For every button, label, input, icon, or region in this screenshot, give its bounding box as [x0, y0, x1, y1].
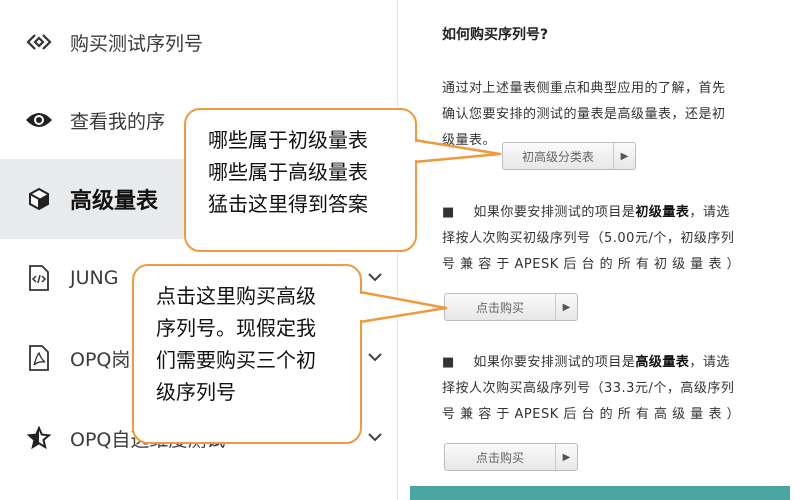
basic-line3: 号 兼 容 于 APESK 后 台 的 所 有 初 级 量 表 ） — [442, 257, 741, 272]
panel-title: 如何购买序列号? — [442, 27, 549, 43]
text: 如果你要安排测试的项目是 — [473, 355, 636, 370]
play-arrow-icon: ▶ — [613, 143, 635, 169]
bold-text: 初级量表 — [635, 205, 690, 220]
basic-line1: ■ 如果你要安排测试的项目是初级量表，请选 — [442, 200, 772, 226]
buy-basic-button[interactable]: 点击购买 ▶ — [444, 293, 578, 321]
eye-icon — [24, 105, 54, 135]
sidebar-item-label: 查看我的序 — [70, 110, 166, 133]
sidebar-item-buy-serial[interactable]: 购买测试序列号 — [0, 2, 398, 82]
chevron-down-icon[interactable] — [368, 430, 382, 446]
footer-bar — [410, 486, 790, 500]
callout-buy-hint: 点击这里购买高级 序列号。现假定我 们需要购买三个初 级序列号 — [132, 264, 362, 444]
sidebar-item-label: 高级量表 — [70, 189, 159, 214]
code-file-icon — [24, 263, 54, 293]
callout-line: 哪些属于初级量表 — [208, 128, 368, 152]
chevron-down-icon[interactable] — [368, 350, 382, 366]
bold-text: 高级量表 — [635, 355, 690, 370]
category-table-button[interactable]: 初高级分类表 ▶ — [502, 142, 636, 170]
bullet: ■ — [442, 205, 455, 220]
sidebar-item-label: JUNG — [70, 267, 119, 289]
sidebar-item-label: 购买测试序列号 — [70, 32, 204, 55]
advanced-line1: ■ 如果你要安排测试的项目是高级量表，请选 — [442, 350, 772, 376]
chevron-down-icon[interactable] — [368, 270, 382, 286]
callout-line: 点击这里购买高级 — [156, 284, 316, 308]
play-arrow-icon: ▶ — [555, 444, 577, 470]
pdf-file-icon — [24, 343, 54, 373]
diamond-link-icon — [24, 27, 54, 57]
callout-line: 序列号。现假定我 — [156, 316, 316, 340]
advanced-line2: 择按人次购买高级序列号（33.3元/个，高级序列 — [442, 381, 735, 396]
button-label: 点击购买 — [475, 450, 524, 465]
text: 如果你要安排测试的项目是 — [473, 205, 636, 220]
callout-line: 们需要购买三个初 — [156, 348, 316, 372]
callout-line: 猛击这里得到答案 — [208, 192, 368, 216]
advanced-scale-text: ■ 如果你要安排测试的项目是高级量表，请选 择按人次购买高级序列号（33.3元/… — [442, 350, 772, 428]
callout-line: 级序列号 — [156, 380, 236, 404]
basic-scale-text: ■ 如果你要安排测试的项目是初级量表，请选 择按人次购买初级序列号（5.00元/… — [442, 200, 772, 278]
cube-icon — [24, 184, 54, 214]
purchase-panel: 如何购买序列号? 通过对上述量表侧重点和典型应用的了解，首先 确认您要安排的测试… — [398, 0, 800, 500]
sidebar-item-label: OPQ岗 — [70, 348, 131, 371]
callout-line: 哪些属于高级量表 — [208, 160, 368, 184]
button-label: 点击购买 — [475, 300, 524, 315]
callout-category-hint: 哪些属于初级量表 哪些属于高级量表 猛击这里得到答案 — [184, 108, 417, 252]
bullet: ■ — [442, 355, 455, 370]
button-label: 初高级分类表 — [521, 149, 594, 164]
buy-advanced-button[interactable]: 点击购买 ▶ — [444, 443, 578, 471]
text: ，请选 — [689, 355, 730, 370]
star-icon — [24, 423, 54, 453]
text: ，请选 — [689, 205, 730, 220]
intro-line: 通过对上述量表侧重点和典型应用的了解，首先 — [442, 81, 726, 96]
basic-line2: 择按人次购买初级序列号（5.00元/个，初级序列 — [442, 231, 735, 246]
play-arrow-icon: ▶ — [555, 294, 577, 320]
advanced-line3: 号 兼 容 于 APESK 后 台 的 所 有 高 级 量 表 ） — [442, 407, 741, 422]
intro-line: 确认您要安排的测试的量表是高级量表，还是初 — [442, 107, 726, 122]
